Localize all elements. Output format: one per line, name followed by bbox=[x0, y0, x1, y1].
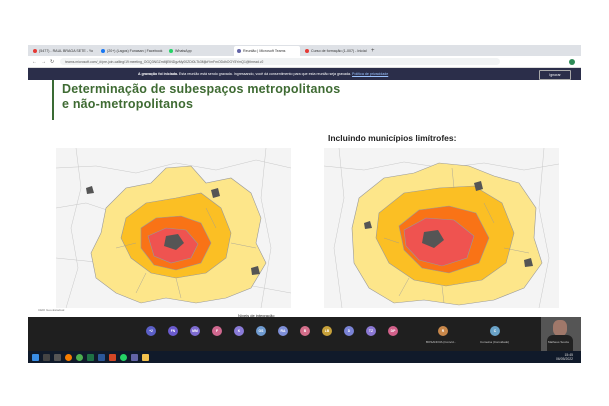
clock-date: 06/05/2022 bbox=[556, 357, 573, 361]
participant-name: Matheus Souza bbox=[548, 340, 569, 344]
new-tab-button[interactable]: + bbox=[371, 46, 375, 56]
browser-tab[interactable]: Curso de formação (1-007) - Inicial bbox=[302, 46, 368, 56]
participant-avatar[interactable]: MM bbox=[190, 326, 200, 336]
self-face bbox=[553, 320, 567, 336]
browser-tab[interactable]: (5477) - RAUL BRAGA SETE - Yo bbox=[30, 46, 96, 56]
chrome-icon[interactable] bbox=[76, 353, 83, 361]
shared-slide: Determinação de subespaços metropolitano… bbox=[28, 80, 581, 341]
recording-text: Esta reunião está sendo gravada. Ingress… bbox=[179, 72, 352, 76]
participant-avatar[interactable]: R bbox=[438, 326, 448, 336]
recording-title: A gravação foi iniciada. bbox=[138, 72, 179, 76]
word-icon[interactable] bbox=[98, 353, 105, 361]
slide-title-line-2: e não-metropolitanos bbox=[62, 97, 194, 111]
system-tray-clock[interactable]: 15:45 06/05/2022 bbox=[556, 353, 573, 361]
slide-subtitle: Incluindo municípios limítrofes: bbox=[328, 133, 457, 143]
whatsapp-icon[interactable] bbox=[120, 353, 127, 361]
self-video bbox=[541, 317, 581, 351]
participant-avatar[interactable]: B bbox=[300, 326, 310, 336]
participant-avatar[interactable]: FN bbox=[168, 326, 178, 336]
windows-start-icon[interactable] bbox=[32, 353, 39, 361]
address-bar: ← → ↻ teams.microsoft.com/_#/pre-join-ca… bbox=[28, 56, 581, 68]
participant-avatar[interactable]: DP bbox=[388, 326, 398, 336]
tab-label: (5477) - RAUL BRAGA SETE - Yo bbox=[39, 49, 93, 53]
url-field[interactable]: teams.microsoft.com/_#/pre-join-calling/… bbox=[60, 58, 501, 65]
tab-label: WhatsApp bbox=[175, 49, 192, 53]
participant-avatar[interactable]: F bbox=[212, 326, 222, 336]
map-with-bordering-municipalities bbox=[324, 148, 559, 308]
search-icon[interactable] bbox=[43, 353, 50, 361]
firefox-icon[interactable] bbox=[65, 353, 72, 361]
excel-icon[interactable] bbox=[87, 353, 94, 361]
tab-favicon-icon bbox=[237, 49, 241, 53]
participant-avatar[interactable]: LB bbox=[322, 326, 332, 336]
forward-icon[interactable]: → bbox=[41, 59, 46, 65]
participant-avatar[interactable]: +2 bbox=[146, 326, 156, 336]
recording-banner: A gravação foi iniciada. Esta reunião es… bbox=[28, 68, 581, 80]
tab-label: (20+) (Lagos) Funasan | Facebook bbox=[107, 49, 163, 53]
task-view-icon[interactable] bbox=[54, 353, 61, 361]
browser-tab[interactable]: WhatsApp bbox=[166, 46, 232, 56]
teams-icon[interactable] bbox=[131, 353, 138, 361]
tab-favicon-icon bbox=[305, 49, 309, 53]
tab-favicon-icon bbox=[169, 49, 173, 53]
participant-avatar[interactable]: TZ bbox=[366, 326, 376, 336]
slide-title-line-1: Determinação de subespaços metropolitano… bbox=[62, 82, 341, 96]
participant-avatar[interactable]: C bbox=[490, 326, 500, 336]
dismiss-button[interactable]: Ignorar bbox=[539, 70, 571, 80]
recording-message: A gravação foi iniciada. Esta reunião es… bbox=[138, 72, 388, 76]
participant-name: BOSANOVA (Convid... bbox=[426, 340, 457, 344]
map-metropolitan bbox=[56, 148, 291, 308]
profile-avatar[interactable] bbox=[569, 58, 575, 65]
tab-label: Reunião | Microsoft Teams bbox=[243, 49, 286, 53]
participant-avatar[interactable]: K bbox=[234, 326, 244, 336]
powerpoint-icon[interactable] bbox=[109, 353, 116, 361]
tab-label: Curso de formação (1-007) - Inicial bbox=[311, 49, 367, 53]
browser-tab[interactable]: (20+) (Lagos) Funasan | Facebook bbox=[98, 46, 164, 56]
reload-icon[interactable]: ↻ bbox=[50, 59, 54, 65]
tab-favicon-icon bbox=[101, 49, 105, 53]
title-accent-bar bbox=[52, 80, 54, 120]
screen: (5477) - RAUL BRAGA SETE - Yo (20+) (Lago… bbox=[28, 45, 581, 363]
participant-name: Cumeina (Convidado) bbox=[480, 340, 510, 344]
tab-favicon-icon bbox=[33, 49, 37, 53]
browser-tab-bar: (5477) - RAUL BRAGA SETE - Yo (20+) (Lago… bbox=[28, 45, 581, 56]
file-explorer-icon[interactable] bbox=[142, 353, 149, 361]
participants-strip: +2 FN MM F K OS RA B LB D TZ DP R C BOSANOVA (Convid..… bbox=[28, 317, 581, 351]
browser-tab[interactable]: Reunião | Microsoft Teams bbox=[234, 46, 300, 56]
participant-avatar[interactable]: D bbox=[344, 326, 354, 336]
participant-avatar[interactable]: RA bbox=[278, 326, 288, 336]
privacy-link[interactable]: Política de privacidade bbox=[352, 72, 388, 76]
participant-avatar[interactable]: OS bbox=[256, 326, 266, 336]
slide-title: Determinação de subespaços metropolitano… bbox=[62, 82, 340, 112]
back-icon[interactable]: ← bbox=[32, 59, 37, 65]
windows-taskbar: 15:45 06/05/2022 bbox=[28, 351, 581, 363]
map-credit: CEDI Geo-Estadual bbox=[38, 308, 65, 312]
